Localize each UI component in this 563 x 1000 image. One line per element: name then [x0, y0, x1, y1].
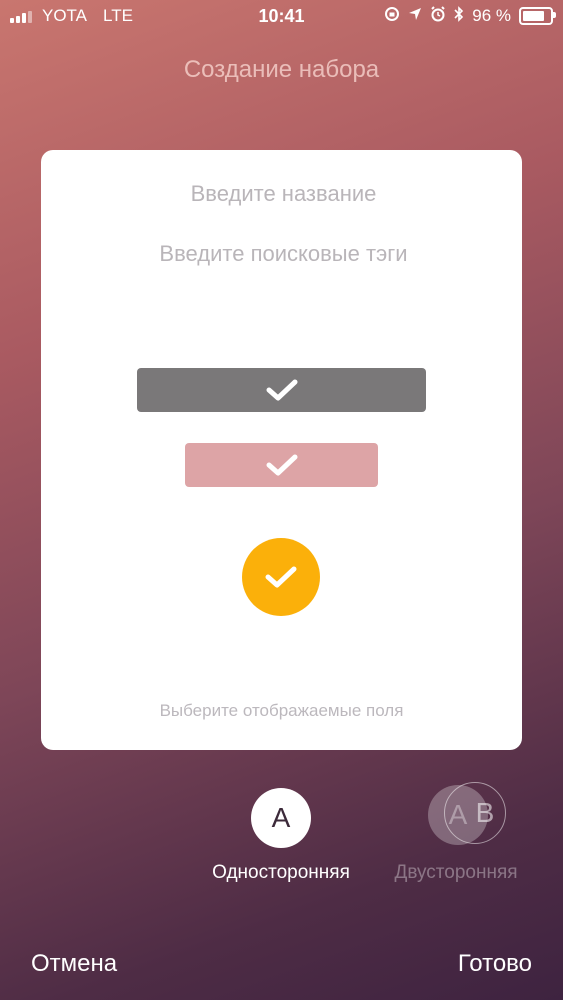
field-option-dark[interactable]: [137, 368, 426, 412]
field-option-pink[interactable]: [185, 443, 378, 487]
bluetooth-icon: [454, 6, 464, 26]
checkmark-icon: [266, 379, 297, 401]
checkmark-icon: [265, 566, 297, 588]
battery-fill: [523, 11, 544, 21]
done-button[interactable]: Готово: [458, 950, 532, 978]
checkmark-icon: [266, 454, 297, 476]
name-input[interactable]: [81, 180, 486, 208]
double-sided-icon: B A: [401, 782, 511, 848]
battery-icon: [519, 7, 556, 25]
mode-single-sided[interactable]: A Односторонняя: [196, 788, 366, 884]
single-sided-icon: A: [251, 788, 311, 848]
set-card: Выберите отображаемые поля: [41, 150, 522, 750]
mode-double-sided[interactable]: B A Двусторонняя: [376, 782, 536, 884]
mode-single-label: Односторонняя: [212, 862, 350, 883]
screen-rotation-lock-icon: [384, 6, 400, 26]
location-arrow-icon: [408, 7, 422, 25]
status-bar: YOTA LTE 10:41 96 %: [0, 0, 563, 34]
page-title: Создание набора: [183, 56, 380, 83]
field-option-circle[interactable]: [242, 538, 320, 616]
cancel-button[interactable]: Отмена: [31, 950, 117, 978]
alarm-icon: [430, 6, 446, 26]
fields-label: Выберите отображаемые поля: [159, 701, 404, 720]
battery-percent: 96 %: [472, 6, 511, 25]
letter-a: A: [448, 799, 468, 830]
mode-double-label: Двусторонняя: [394, 862, 518, 883]
tags-input[interactable]: [81, 240, 486, 268]
letter-a: A: [271, 802, 291, 833]
letter-a-circle: A: [428, 785, 488, 845]
status-right: 96 %: [384, 6, 556, 26]
